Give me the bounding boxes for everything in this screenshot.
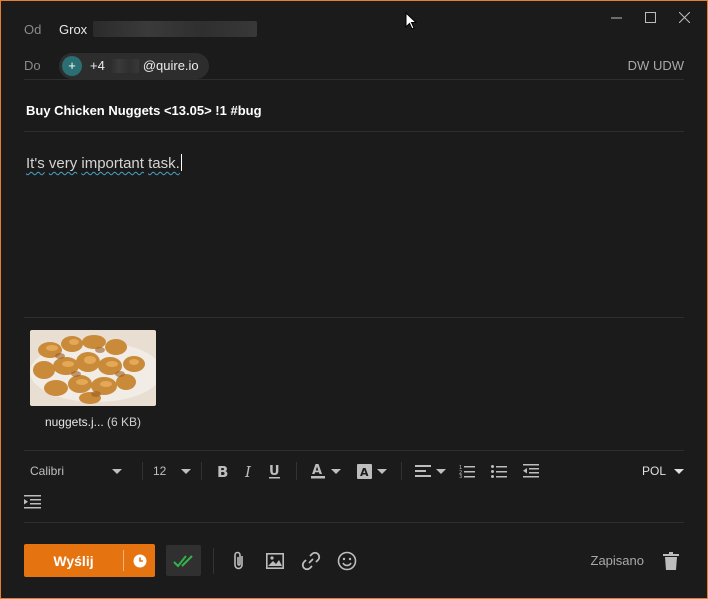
svg-text:3: 3 (459, 474, 462, 478)
font-family-value: Calibri (30, 464, 65, 478)
read-receipt-button[interactable] (166, 545, 201, 576)
chevron-down-icon (112, 468, 122, 474)
font-size-select[interactable]: 12 (153, 464, 191, 478)
mouse-cursor-icon (405, 12, 417, 30)
bottom-divider (24, 522, 684, 523)
bottom-bar: Wyślij Zapisano (24, 544, 684, 577)
svg-text:A: A (360, 466, 369, 479)
toolbar-divider (24, 450, 684, 451)
attachment-thumbnail (30, 330, 156, 406)
message-body[interactable]: It's very important task. (26, 154, 182, 172)
cc-bcc-toggle[interactable]: DW UDW (628, 58, 684, 73)
compose-window: Od Grox Do + +4 @quire.io DW UDW Buy Chi… (0, 0, 708, 599)
attachments-divider (24, 317, 684, 318)
attachment-size: (6 KB) (107, 415, 142, 429)
italic-icon[interactable]: I (238, 460, 260, 482)
chevron-down-icon (674, 468, 684, 474)
subject-field[interactable]: Buy Chicken Nuggets <13.05> !1 #bug (26, 103, 262, 118)
align-button[interactable] (412, 460, 446, 482)
body-word: task. (148, 155, 180, 172)
body-word: It's (26, 155, 45, 172)
clock-icon (133, 554, 146, 567)
formatting-toolbar: Calibri 12 B I U A A 1 2 3 POL (24, 459, 684, 483)
toolbar-separator (401, 462, 402, 480)
bullet-list-icon[interactable] (488, 460, 510, 482)
redacted-recipient (108, 58, 139, 73)
link-icon[interactable] (298, 548, 324, 574)
highlight-button[interactable]: A (353, 460, 387, 482)
font-family-select[interactable]: Calibri (24, 464, 122, 478)
trash-icon[interactable] (658, 548, 684, 574)
text-caret (180, 154, 182, 171)
to-row: Do + +4 @quire.io DW UDW (24, 52, 684, 80)
from-name[interactable]: Grox (59, 22, 87, 37)
font-color-icon: A (307, 460, 329, 482)
svg-text:A: A (312, 463, 322, 478)
from-row: Od Grox (24, 15, 684, 43)
subject-divider (24, 131, 684, 132)
svg-text:B: B (217, 464, 228, 478)
chevron-down-icon (181, 468, 191, 474)
toolbar-separator (296, 462, 297, 480)
svg-text:I: I (244, 464, 252, 478)
toolbar-separator (142, 462, 143, 480)
language-select[interactable]: POL (642, 464, 684, 478)
increase-indent-icon[interactable] (24, 493, 44, 513)
chevron-down-icon (331, 468, 341, 474)
align-icon (412, 460, 434, 482)
attachment-item[interactable]: nuggets.j... (6 KB) (30, 330, 156, 429)
emoji-icon[interactable] (334, 548, 360, 574)
insert-image-icon[interactable] (262, 548, 288, 574)
schedule-send-button[interactable] (124, 544, 155, 577)
bottom-separator (213, 547, 214, 574)
saved-status: Zapisano (590, 553, 644, 568)
body-word: important (81, 155, 144, 172)
to-label: Do (24, 58, 41, 73)
redacted-email (93, 21, 258, 37)
attachment-caption: nuggets.j... (6 KB) (30, 415, 156, 429)
underline-icon[interactable]: U (264, 460, 286, 482)
attach-icon[interactable] (226, 548, 252, 574)
svg-text:U: U (269, 464, 280, 479)
attachment-filename: nuggets.j... (44, 415, 104, 429)
font-size-value: 12 (153, 464, 167, 478)
recipient-avatar: + (62, 55, 82, 76)
recipient-chip[interactable]: + +4 @quire.io (59, 52, 209, 79)
recipient-prefix: +4 (90, 58, 105, 73)
bold-icon[interactable]: B (212, 460, 234, 482)
toolbar-separator (201, 462, 202, 480)
chevron-down-icon (377, 468, 387, 474)
recipient-domain: @quire.io (142, 58, 199, 73)
highlight-icon: A (353, 460, 375, 482)
chevron-down-icon (436, 468, 446, 474)
from-label: Od (24, 21, 42, 37)
numbered-list-icon[interactable]: 123 (456, 460, 478, 482)
send-button[interactable]: Wyślij (24, 544, 123, 577)
language-value: POL (641, 464, 666, 478)
font-color-button[interactable]: A (307, 460, 341, 482)
decrease-indent-icon[interactable] (520, 460, 542, 482)
double-check-icon (172, 554, 193, 567)
body-word: very (48, 155, 78, 172)
send-button-group: Wyślij (24, 544, 155, 577)
